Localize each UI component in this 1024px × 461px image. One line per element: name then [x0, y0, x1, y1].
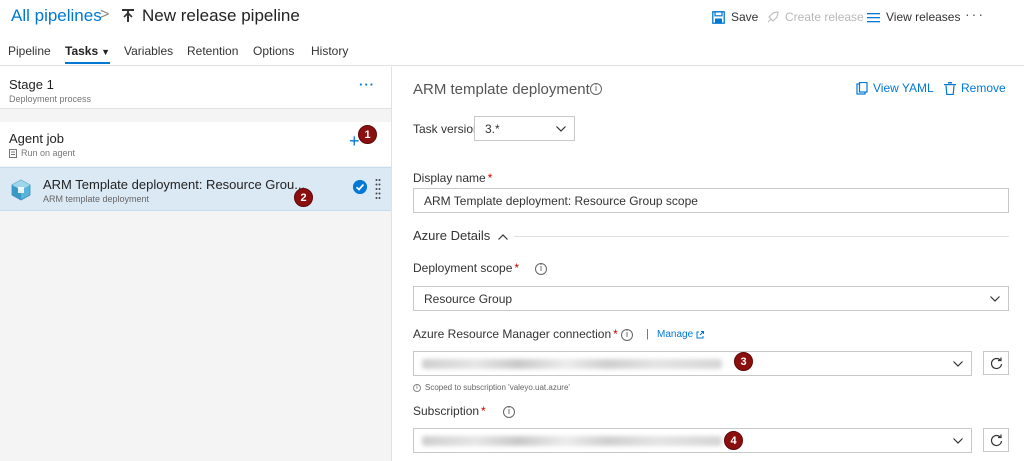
display-name-label-text: Display name — [413, 171, 486, 185]
create-release-button[interactable]: Create release — [766, 10, 864, 24]
rocket-icon — [767, 10, 779, 22]
annotation-badge-1: 1 — [358, 125, 377, 144]
tab-variables[interactable]: Variables — [124, 44, 173, 64]
scoped-note: i Scoped to subscription 'valeyo.uat.azu… — [413, 383, 570, 392]
manage-separator: | — [646, 328, 649, 340]
page-title: New release pipeline — [142, 6, 300, 25]
refresh-connection-button[interactable] — [983, 351, 1009, 375]
manage-label: Manage — [657, 329, 694, 340]
tab-retention[interactable]: Retention — [187, 44, 238, 64]
header-bar: All pipelines > New release pipeline Sav… — [0, 0, 1024, 36]
arm-template-icon — [11, 179, 31, 201]
info-icon[interactable]: i — [503, 406, 515, 418]
tab-bar: Pipeline Tasks ▼ Variables Retention Opti… — [0, 40, 1024, 66]
stage-card[interactable]: Stage 1 Deployment process ··· — [0, 67, 391, 109]
subscription-label-text: Subscription — [413, 404, 480, 418]
remove-button[interactable]: Remove — [944, 81, 1006, 95]
azure-details-section-toggle[interactable]: Azure Details — [413, 228, 508, 243]
annotation-badge-3: 3 — [734, 352, 753, 371]
task-details-title: ARM template deployment — [413, 81, 590, 98]
task-version-label: Task version — [413, 122, 480, 136]
manage-link[interactable]: Manage — [657, 329, 705, 340]
chevron-down-icon: ▼ — [101, 47, 111, 57]
annotation-badge-4: 4 — [724, 431, 743, 450]
display-name-label: Display name * — [413, 171, 492, 185]
annotation-badge-2: 2 — [294, 188, 313, 207]
redacted-subscription-value — [422, 436, 722, 446]
breadcrumb-separator: > — [100, 6, 110, 23]
section-divider — [514, 236, 1009, 237]
task-version-select[interactable]: 3.* — [474, 116, 575, 141]
clipboard-icon — [856, 81, 868, 95]
chevron-down-icon — [953, 437, 963, 444]
task-subtitle: ARM template deployment — [43, 194, 150, 204]
agent-job-subtitle-text: Run on agent — [21, 148, 76, 158]
refresh-subscription-button[interactable] — [983, 428, 1009, 452]
info-icon: i — [413, 383, 421, 392]
task-title: ARM Template deployment: Resource Grou..… — [43, 177, 306, 192]
info-icon[interactable]: i — [590, 83, 602, 95]
create-release-label: Create release — [785, 10, 864, 24]
tab-options[interactable]: Options — [253, 44, 294, 64]
view-releases-label: View releases — [886, 10, 961, 24]
tab-pipeline[interactable]: Pipeline — [8, 44, 51, 64]
view-yaml-label: View YAML — [873, 81, 934, 95]
refresh-icon — [990, 357, 1002, 369]
view-yaml-button[interactable]: View YAML — [856, 81, 934, 95]
task-row-arm-deployment[interactable]: ARM Template deployment: Resource Grou..… — [0, 167, 391, 211]
tasks-list-panel: Stage 1 Deployment process ··· Agent job… — [0, 67, 392, 461]
required-marker: * — [487, 171, 493, 185]
subscription-select[interactable] — [413, 428, 972, 453]
arm-connection-label: Azure Resource Manager connection * — [413, 327, 618, 341]
redacted-connection-value — [422, 359, 722, 369]
deployment-scope-select[interactable]: Resource Group — [413, 286, 1009, 311]
required-marker: * — [613, 327, 618, 341]
chevron-down-icon — [953, 360, 963, 367]
check-circle-icon — [353, 180, 367, 194]
display-name-input[interactable]: ARM Template deployment: Resource Group … — [413, 188, 1009, 213]
chevron-down-icon — [556, 125, 566, 132]
info-icon[interactable]: i — [535, 263, 547, 275]
chevron-down-icon — [990, 295, 1000, 302]
agent-job-subtitle: Run on agent — [9, 148, 75, 158]
arm-connection-label-text: Azure Resource Manager connection — [413, 327, 612, 341]
list-icon — [867, 12, 880, 22]
tab-history[interactable]: History — [311, 44, 348, 64]
task-details-panel: ARM template deployment i View YAML Remo… — [392, 67, 1024, 461]
scoped-note-text: Scoped to subscription 'valeyo.uat.azure… — [425, 383, 570, 392]
breadcrumb-all-pipelines[interactable]: All pipelines — [11, 6, 102, 26]
view-releases-button[interactable]: View releases — [867, 10, 960, 24]
stage-subtitle: Deployment process — [9, 94, 92, 104]
task-version-value: 3.* — [485, 121, 500, 136]
info-icon[interactable]: i — [621, 329, 633, 341]
chevron-up-icon — [498, 233, 508, 240]
subscription-label: Subscription * — [413, 404, 486, 418]
agent-job-title: Agent job — [9, 131, 64, 146]
save-button[interactable]: Save — [712, 10, 758, 24]
server-icon — [9, 148, 17, 158]
required-marker: * — [481, 404, 486, 418]
agent-job-card[interactable]: Agent job Run on agent + — [0, 122, 391, 166]
more-actions-button[interactable]: ··· — [965, 6, 985, 22]
arm-connection-select[interactable] — [413, 351, 972, 376]
azure-details-title: Azure Details — [413, 228, 491, 243]
save-icon — [712, 10, 725, 24]
stage-title: Stage 1 — [9, 77, 54, 92]
tab-tasks[interactable]: Tasks ▼ — [65, 44, 111, 64]
deployment-scope-label: Deployment scope * — [413, 261, 519, 275]
remove-label: Remove — [961, 81, 1006, 95]
tab-tasks-label: Tasks — [65, 44, 99, 58]
deployment-scope-label-text: Deployment scope — [413, 261, 513, 275]
external-link-icon — [696, 330, 705, 338]
deployment-scope-value: Resource Group — [424, 291, 513, 306]
drag-handle-icon[interactable] — [375, 178, 381, 200]
release-pipeline-icon — [122, 9, 134, 22]
stage-more-button[interactable]: ··· — [359, 77, 375, 92]
save-label: Save — [731, 10, 759, 24]
required-marker: * — [514, 261, 520, 275]
trash-icon — [944, 81, 956, 95]
display-name-value: ARM Template deployment: Resource Group … — [424, 193, 698, 208]
refresh-icon — [990, 434, 1002, 446]
